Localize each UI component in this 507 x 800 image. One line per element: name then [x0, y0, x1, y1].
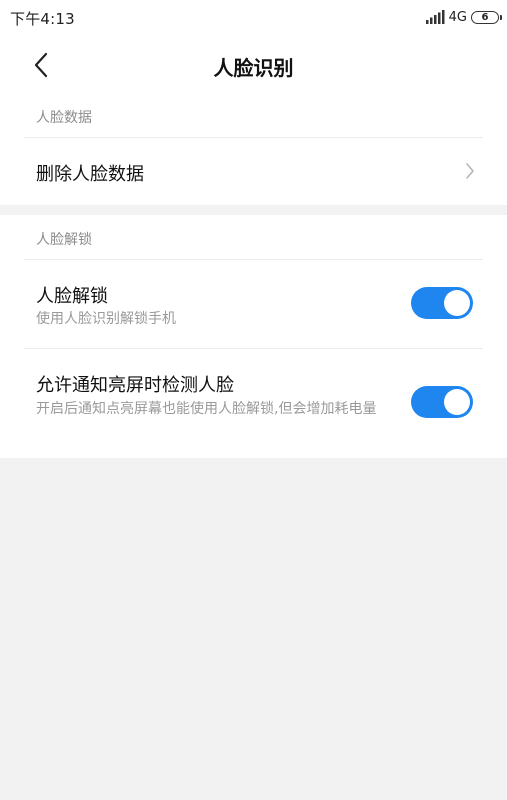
row-title: 删除人脸数据 [36, 164, 144, 185]
network-type: 4G [448, 9, 467, 25]
title-bar: 人脸识别 [0, 36, 507, 93]
toggle-knob [444, 290, 470, 316]
face-unlock-toggle[interactable] [411, 287, 473, 319]
delete-face-data-row[interactable]: 删除人脸数据 [0, 138, 507, 205]
row-title: 人脸解锁 [36, 286, 108, 307]
status-bar: 下午4:13 4G 6 [0, 0, 507, 36]
battery-level: 6 [481, 11, 489, 23]
face-unlock-row[interactable]: 人脸解锁 使用人脸识别解锁手机 [0, 260, 507, 348]
page-title: 人脸识别 [213, 56, 294, 80]
chevron-right-icon [466, 163, 474, 179]
signal-bars-icon [425, 10, 445, 24]
section-face-data: 人脸数据 删除人脸数据 [0, 93, 507, 205]
row-title: 允许通知亮屏时检测人脸 [36, 375, 234, 396]
row-subtitle: 使用人脸识别解锁手机 [36, 311, 176, 327]
notification-detect-toggle[interactable] [411, 386, 473, 418]
toggle-knob [444, 389, 470, 415]
section-header: 人脸解锁 [36, 232, 92, 248]
section-face-unlock: 人脸解锁 人脸解锁 使用人脸识别解锁手机 允许通知亮屏时检测人脸 开启后通知点亮… [0, 215, 507, 458]
battery-icon: 6 [471, 10, 502, 24]
status-time: 下午4:13 [10, 10, 75, 28]
section-header: 人脸数据 [36, 110, 92, 126]
row-subtitle: 开启后通知点亮屏幕也能使用人脸解锁,但会增加耗电量 [36, 401, 377, 417]
status-indicators: 4G 6 [425, 9, 502, 25]
notification-detect-row[interactable]: 允许通知亮屏时检测人脸 开启后通知点亮屏幕也能使用人脸解锁,但会增加耗电量 [0, 349, 507, 458]
